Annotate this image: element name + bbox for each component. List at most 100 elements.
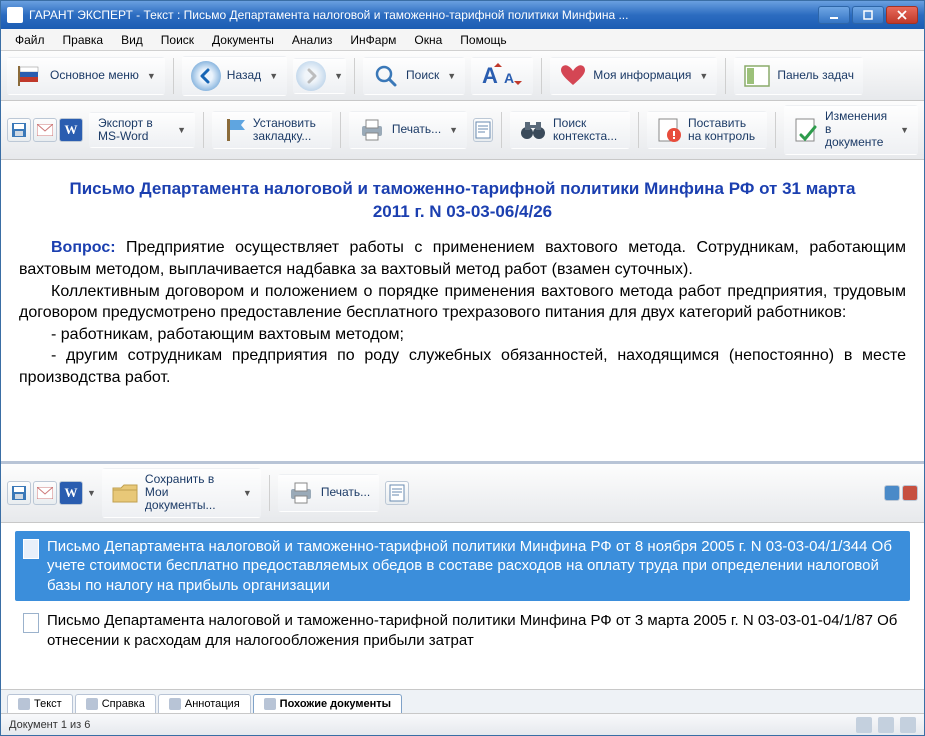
folder-icon — [111, 479, 139, 507]
separator — [775, 112, 776, 148]
document-title: Письмо Департамента налоговой и таможенн… — [59, 178, 866, 224]
menu-infarm[interactable]: ИнФарм — [342, 31, 404, 49]
save-docs-label: Сохранить в Мои документы... — [145, 473, 235, 513]
bookmark-label: Установить закладку... — [253, 117, 323, 143]
menu-documents[interactable]: Документы — [204, 31, 282, 49]
tab-icon — [86, 698, 98, 710]
print-preview-button[interactable] — [473, 118, 493, 142]
chevron-down-icon: ▼ — [900, 125, 909, 135]
status-icon-2[interactable] — [878, 717, 894, 733]
my-info-label: Моя информация — [593, 69, 691, 82]
bottom-print-label: Печать... — [321, 486, 370, 499]
forward-button[interactable]: ▼ — [293, 58, 346, 94]
chevron-down-icon: ▼ — [269, 71, 278, 81]
search-label: Поиск — [406, 69, 439, 82]
doc-bullet2: - другим сотрудникам предприятия по роду… — [19, 345, 906, 388]
mail-icon — [37, 487, 53, 499]
task-panel-button[interactable]: Панель задач — [734, 57, 863, 95]
separator — [203, 112, 204, 148]
bottom-tab[interactable]: Аннотация — [158, 694, 251, 713]
separator — [269, 475, 270, 511]
close-button[interactable] — [886, 6, 918, 24]
pane-close-button[interactable] — [902, 485, 918, 501]
minimize-button[interactable] — [818, 6, 850, 24]
result-item[interactable]: Письмо Департамента налоговой и таможенн… — [15, 531, 910, 602]
window-title: ГАРАНТ ЭКСПЕРТ - Текст : Письмо Департам… — [29, 8, 818, 22]
chevron-down-icon: ▼ — [447, 71, 456, 81]
window-buttons — [818, 6, 918, 24]
bottom-word-button[interactable]: W — [59, 481, 83, 505]
context-search-button[interactable]: Поиск контекста... — [510, 111, 630, 149]
bookmark-button[interactable]: Установить закладку... — [212, 111, 332, 149]
app-window: ГАРАНТ ЭКСПЕРТ - Текст : Письмо Департам… — [0, 0, 925, 736]
menu-help[interactable]: Помощь — [452, 31, 514, 49]
menu-analysis[interactable]: Анализ — [284, 31, 341, 49]
back-button[interactable]: Назад ▼ — [182, 56, 287, 96]
word-icon: W — [65, 485, 78, 501]
menu-windows[interactable]: Окна — [406, 31, 450, 49]
bookmark-flag-icon — [221, 116, 247, 144]
content-area: Письмо Департамента налоговой и таможенн… — [1, 160, 924, 713]
print-button[interactable]: Печать... ▼ — [349, 111, 467, 149]
bottom-mail-button[interactable] — [33, 481, 57, 505]
pane-controls — [884, 485, 918, 501]
save-to-docs-button[interactable]: Сохранить в Мои документы... ▼ — [102, 468, 261, 518]
result-item[interactable]: Письмо Департамента налоговой и таможенн… — [15, 605, 910, 656]
forward-icon — [296, 61, 326, 91]
binoculars-icon — [519, 116, 547, 144]
control-button[interactable]: Поставить на контроль — [647, 111, 767, 149]
floppy-icon — [11, 122, 27, 138]
mail-button[interactable] — [33, 118, 57, 142]
magnifier-icon — [372, 62, 400, 90]
changes-button[interactable]: Изменения в документе ▼ — [784, 105, 918, 155]
menu-edit[interactable]: Правка — [55, 31, 112, 49]
back-icon — [191, 61, 221, 91]
bottom-tab[interactable]: Справка — [75, 694, 156, 713]
pane-split-h-button[interactable] — [884, 485, 900, 501]
save-button[interactable] — [7, 118, 31, 142]
toolbar-secondary: W Экспорт в MS-Word ▼ Установить закладк… — [1, 101, 924, 160]
chevron-down-icon: ▼ — [147, 71, 156, 81]
results-list[interactable]: Письмо Департамента налоговой и таможенн… — [1, 523, 924, 689]
tab-icon — [169, 698, 181, 710]
bottom-print-preview-button[interactable] — [385, 481, 409, 505]
maximize-icon — [863, 10, 873, 20]
separator — [501, 112, 502, 148]
bottom-save-button[interactable] — [7, 481, 31, 505]
bottom-print-button[interactable]: Печать... — [278, 474, 379, 512]
main-menu-button[interactable]: Основное меню ▼ — [7, 57, 165, 95]
bottom-tab[interactable]: Текст — [7, 694, 73, 713]
search-button[interactable]: Поиск ▼ — [363, 57, 465, 95]
menu-view[interactable]: Вид — [113, 31, 151, 49]
document-pane: Письмо Департамента налоговой и таможенн… — [1, 160, 924, 464]
flag-icon — [16, 62, 44, 90]
svg-text:A: A — [504, 70, 514, 86]
tab-label: Текст — [34, 698, 62, 710]
separator — [638, 112, 639, 148]
chevron-down-icon: ▼ — [177, 125, 186, 135]
bottom-tab[interactable]: Похожие документы — [253, 694, 402, 713]
tab-icon — [18, 698, 30, 710]
status-text: Документ 1 из 6 — [9, 719, 90, 731]
main-menu-label: Основное меню — [50, 69, 139, 82]
status-icon-3[interactable] — [900, 717, 916, 733]
result-text: Письмо Департамента налоговой и таможенн… — [47, 611, 902, 650]
ctx-search-label: Поиск контекста... — [553, 117, 621, 143]
maximize-button[interactable] — [852, 6, 884, 24]
separator — [354, 58, 355, 94]
word-button[interactable]: W — [59, 118, 83, 142]
separator — [340, 112, 341, 148]
export-word-button[interactable]: Экспорт в MS-Word ▼ — [89, 112, 195, 148]
bottom-save-group: W ▼ — [7, 481, 96, 505]
mail-icon — [37, 124, 53, 136]
page-icon — [389, 484, 405, 502]
menu-search[interactable]: Поиск — [153, 31, 202, 49]
print-label: Печать... — [392, 123, 441, 136]
document-scroll[interactable]: Письмо Департамента налоговой и таможенн… — [1, 160, 924, 461]
control-label: Поставить на контроль — [688, 117, 758, 143]
tab-label: Аннотация — [185, 698, 240, 710]
status-icon-1[interactable] — [856, 717, 872, 733]
font-size-button[interactable]: AA — [471, 57, 533, 95]
my-info-button[interactable]: Моя информация ▼ — [550, 57, 717, 95]
menu-file[interactable]: Файл — [7, 31, 53, 49]
